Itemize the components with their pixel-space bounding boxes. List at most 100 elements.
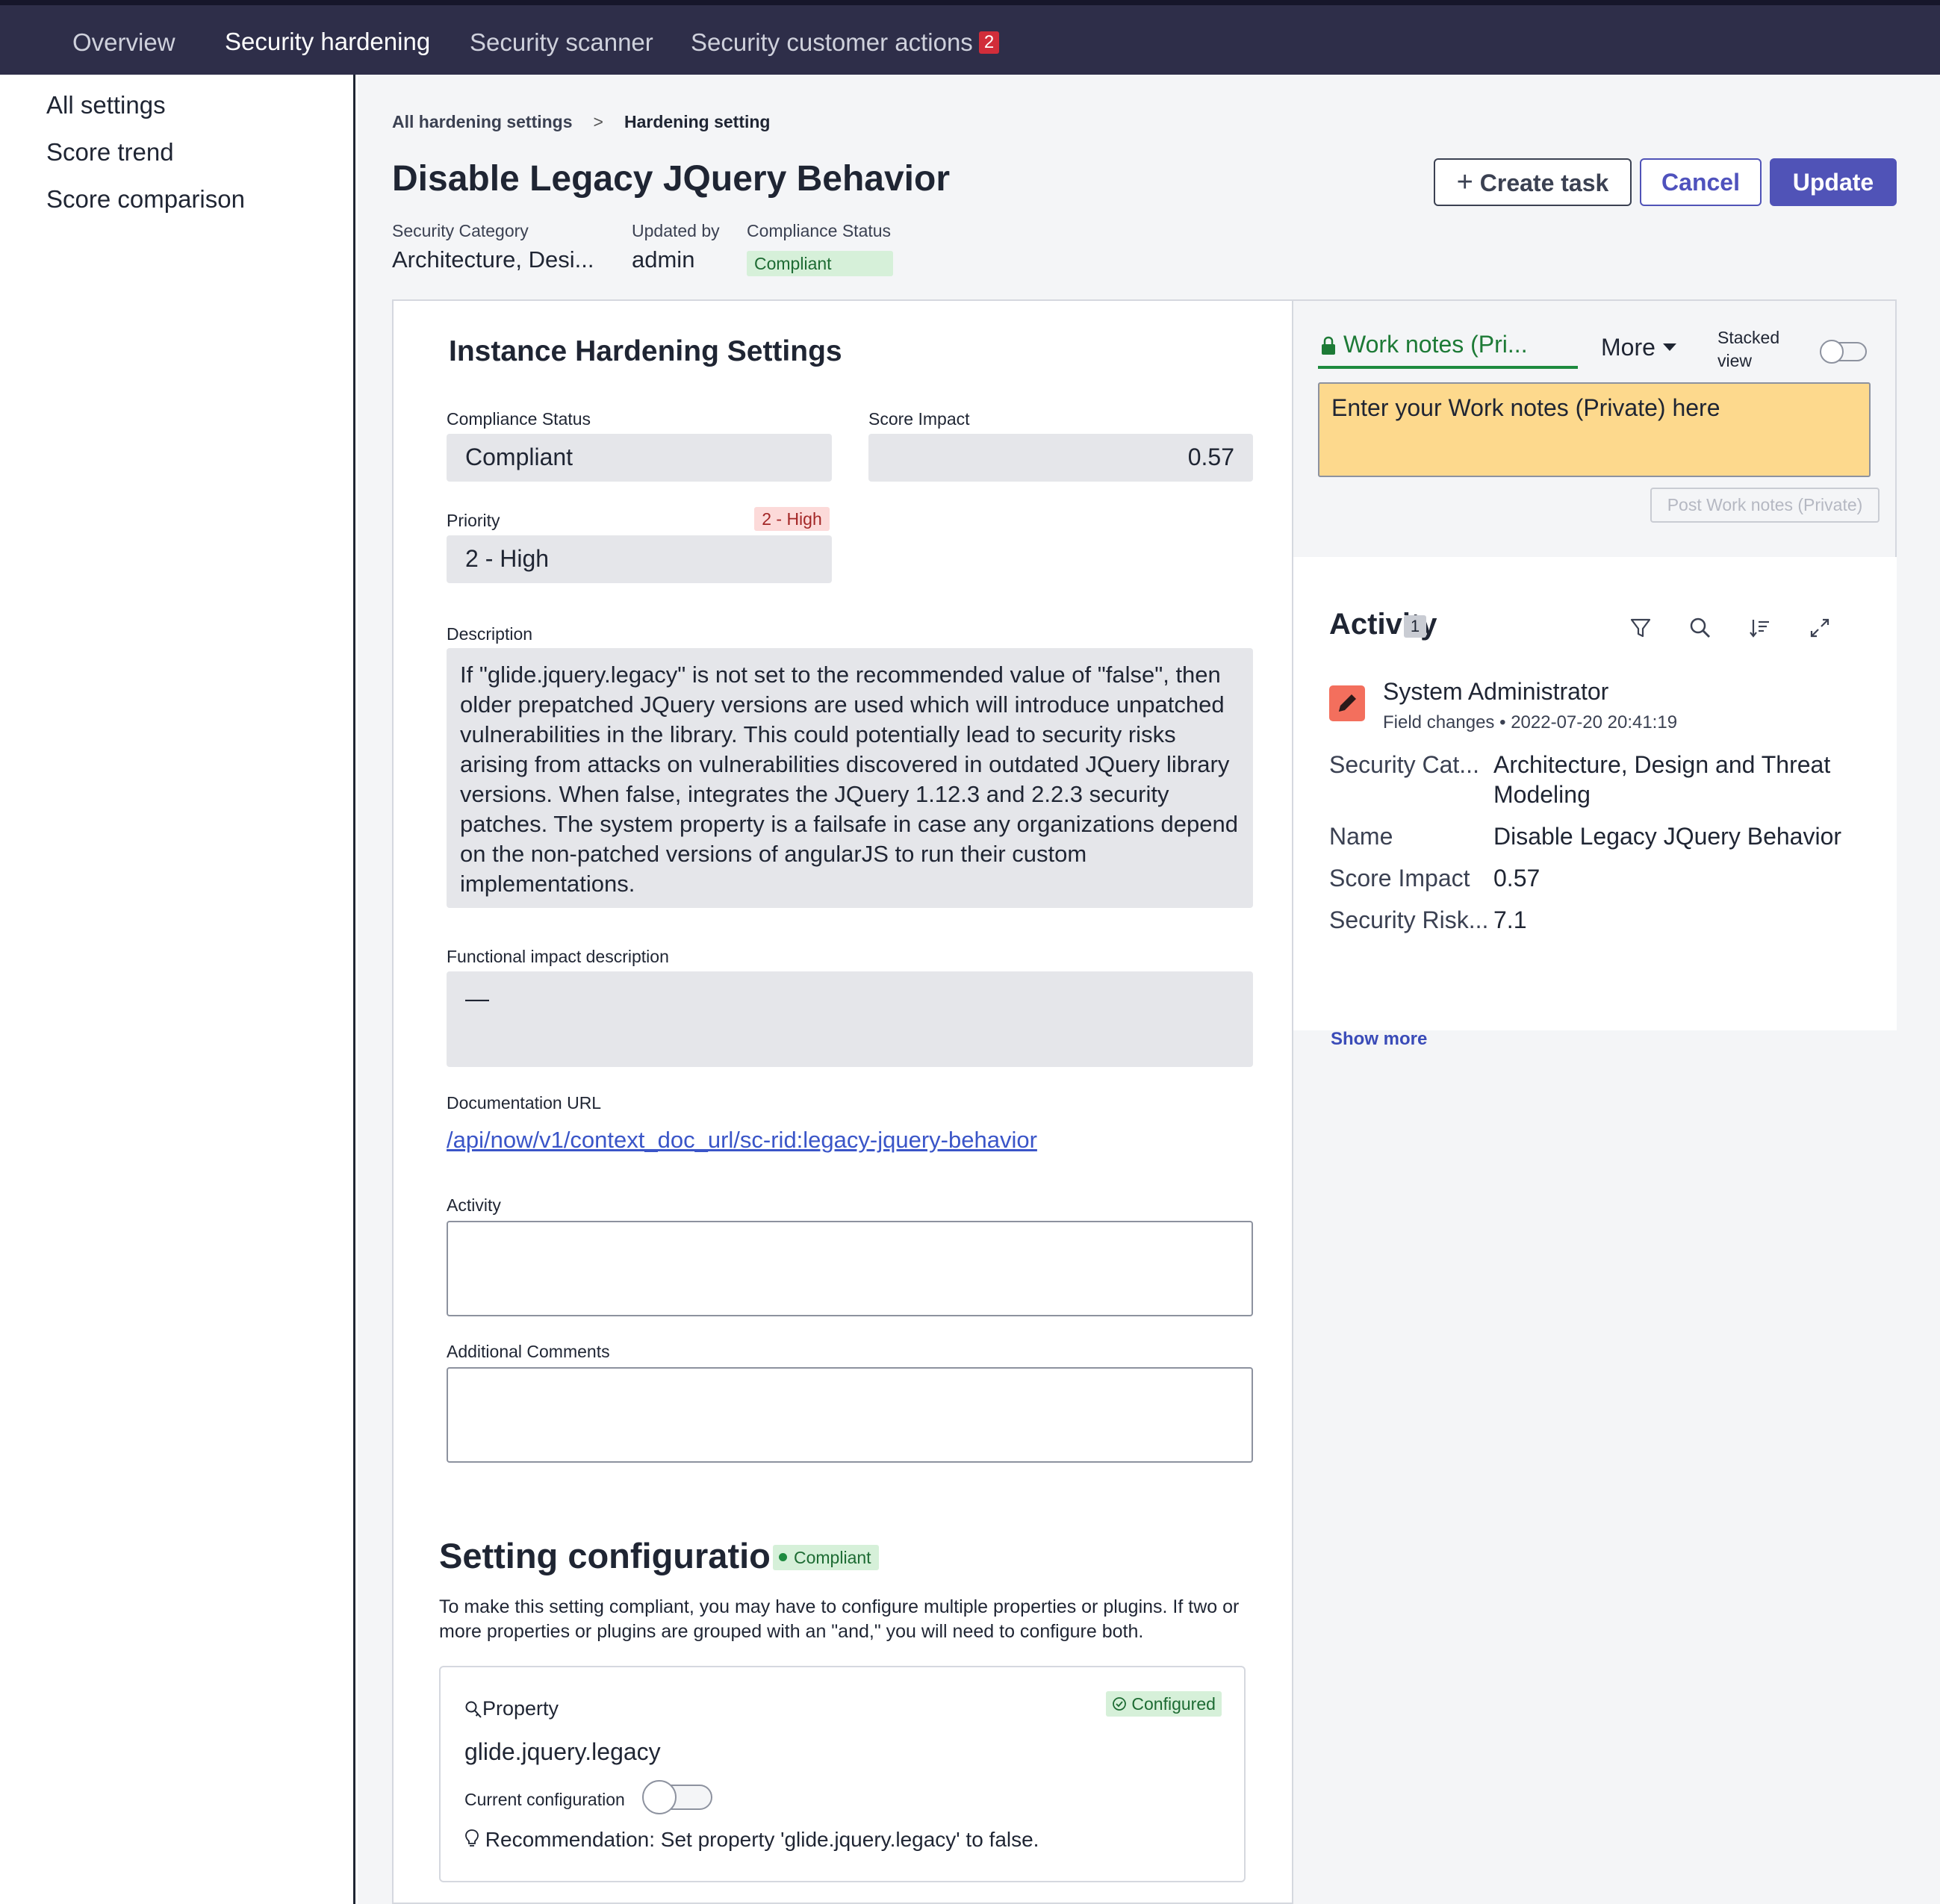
pencil-icon — [1339, 694, 1356, 712]
status-badge: Compliant — [747, 251, 893, 276]
priority-field: 2 - High — [447, 535, 832, 583]
tab-security-scanner[interactable]: Security scanner — [444, 10, 679, 75]
chevron-right-icon: > — [593, 112, 603, 131]
activity-timestamp: 2022-07-20 20:41:19 — [1511, 712, 1678, 732]
sidebar-item-score-comparison[interactable]: Score comparison — [46, 185, 245, 214]
create-task-button[interactable]: + Create task — [1434, 158, 1632, 206]
main-content: All hardening settings > Hardening setting… — [358, 75, 1940, 1904]
tab-overview[interactable]: Overview — [47, 10, 201, 75]
page-title: Disable Legacy JQuery Behavior — [392, 159, 950, 199]
recommendation-text: Set property 'glide.jquery.legacy' to fa… — [660, 1828, 1039, 1851]
check-circle-icon — [1113, 1697, 1126, 1711]
recommendation: Recommendation: Set property 'glide.jque… — [464, 1828, 1039, 1852]
property-name: glide.jquery.legacy — [464, 1738, 661, 1765]
configured-text: Configured — [1131, 1694, 1216, 1714]
more-label: More — [1601, 334, 1655, 361]
breadcrumb-parent[interactable]: All hardening settings — [392, 112, 573, 131]
activity-field-key: Name — [1329, 823, 1393, 850]
property-label-row: Property — [464, 1697, 559, 1720]
expand-icon[interactable] — [1807, 615, 1832, 641]
sort-icon[interactable] — [1747, 615, 1773, 641]
cancel-button[interactable]: Cancel — [1640, 158, 1762, 206]
documentation-url-label: Documentation URL — [447, 1093, 602, 1113]
plus-icon: + — [1456, 167, 1473, 198]
updated-by-value: admin — [632, 246, 695, 273]
key-icon — [465, 1701, 482, 1718]
documentation-url-link[interactable]: /api/now/v1/context_doc_url/sc-rid:legac… — [447, 1127, 1037, 1154]
toggle-knob — [1820, 340, 1844, 364]
work-notes-input[interactable]: Enter your Work notes (Private) here — [1318, 382, 1871, 477]
top-nav: Overview Security hardening Security sca… — [0, 0, 1940, 80]
compliance-status-label: Compliance Status — [747, 221, 892, 240]
form-heading: Instance Hardening Settings — [449, 335, 842, 367]
activity-entry-type: Field changes — [1383, 712, 1495, 732]
security-category-label: Security Category — [392, 221, 529, 240]
property-label: Property — [482, 1697, 559, 1720]
breadcrumb-current: Hardening setting — [624, 112, 771, 131]
functional-impact-label: Functional impact description — [447, 947, 669, 966]
more-dropdown[interactable]: More — [1601, 334, 1677, 361]
field-change-avatar — [1329, 685, 1365, 721]
update-button[interactable]: Update — [1770, 158, 1897, 206]
current-configuration-toggle[interactable] — [642, 1780, 712, 1814]
form-panel: Instance Hardening Settings Compliance S… — [392, 299, 1293, 1904]
stacked-view-toggle[interactable] — [1820, 340, 1867, 364]
breadcrumb: All hardening settings > Hardening setting — [392, 112, 770, 132]
lightbulb-icon — [465, 1829, 479, 1847]
sidebar: All settings Score trend Score compariso… — [0, 75, 355, 1904]
create-task-label: Create task — [1479, 169, 1609, 196]
activity-field-key: Security Cat... — [1329, 751, 1479, 778]
setting-status-badge: Compliant — [773, 1545, 879, 1570]
compliance-status-field-label: Compliance Status — [447, 409, 591, 429]
additional-comments-textarea[interactable] — [447, 1367, 1253, 1463]
property-card: Property Configured glide.jquery.legacy … — [439, 1666, 1246, 1882]
tab-security-hardening[interactable]: Security hardening — [199, 10, 456, 80]
status-dot-icon — [779, 1553, 787, 1562]
description-label: Description — [447, 624, 533, 644]
setting-configuration-heading: Setting configuration — [439, 1536, 792, 1575]
functional-impact-field: — — [447, 971, 1253, 1067]
score-impact-label: Score Impact — [868, 409, 970, 429]
activity-field-value: 7.1 — [1493, 906, 1527, 933]
description-field: If "glide.jquery.legacy" is not set to t… — [447, 648, 1253, 908]
activity-field-value: Disable Legacy JQuery Behavior — [1493, 823, 1842, 850]
score-impact-field: 0.57 — [868, 434, 1253, 482]
setting-status-text: Compliant — [794, 1548, 871, 1567]
toggle-knob — [642, 1780, 677, 1814]
activity-panel: Activity 1 System Administrator Field ch… — [1293, 557, 1897, 1049]
setting-configuration-description: To make this setting compliant, you may … — [439, 1596, 1240, 1642]
activity-field-key: Security Risk... — [1329, 906, 1489, 933]
recommendation-label: Recommendation: — [485, 1828, 656, 1851]
search-icon[interactable] — [1688, 615, 1713, 641]
stacked-view-label: Stacked view — [1717, 328, 1780, 370]
compliance-status-field: Compliant — [447, 434, 832, 482]
activity-field-key: Score Impact — [1329, 865, 1470, 892]
filter-icon[interactable] — [1628, 615, 1653, 641]
activity-field-value: Architecture, Design and Threat Modeling — [1493, 751, 1831, 808]
priority-badge: 2 - High — [754, 507, 830, 531]
tab-security-customer-actions[interactable]: Security customer actions 2 — [665, 10, 1025, 75]
count-badge: 2 — [978, 31, 1000, 55]
lock-icon — [1322, 336, 1335, 355]
current-configuration-label: Current configuration — [464, 1790, 625, 1809]
work-notes-tab-label: Work notes (Pri... — [1343, 331, 1528, 358]
tab-label: Security customer actions — [691, 28, 973, 56]
security-category-value: Architecture, Desi... — [392, 246, 594, 273]
work-notes-panel: Work notes (Pri... More Stacked view Ent… — [1293, 299, 1897, 557]
activity-meta: Field changes • 2022-07-20 20:41:19 — [1383, 712, 1678, 732]
activity-field-value: 0.57 — [1493, 865, 1541, 892]
activity-field-label: Activity — [447, 1195, 501, 1215]
activity-count-badge: 1 — [1404, 615, 1426, 638]
additional-comments-label: Additional Comments — [447, 1342, 610, 1361]
activity-textarea[interactable] — [447, 1221, 1253, 1316]
sidebar-item-all-settings[interactable]: All settings — [46, 91, 166, 119]
configured-badge: Configured — [1106, 1691, 1222, 1717]
tab-work-notes[interactable]: Work notes (Pri... — [1318, 331, 1578, 369]
activity-author: System Administrator — [1383, 678, 1609, 705]
priority-label: Priority — [447, 511, 500, 530]
updated-by-label: Updated by — [632, 221, 720, 240]
show-more-link[interactable]: Show more — [1331, 1029, 1427, 1050]
post-work-notes-button[interactable]: Post Work notes (Private) — [1650, 488, 1880, 523]
caret-down-icon — [1662, 343, 1676, 351]
sidebar-item-score-trend[interactable]: Score trend — [46, 138, 174, 167]
